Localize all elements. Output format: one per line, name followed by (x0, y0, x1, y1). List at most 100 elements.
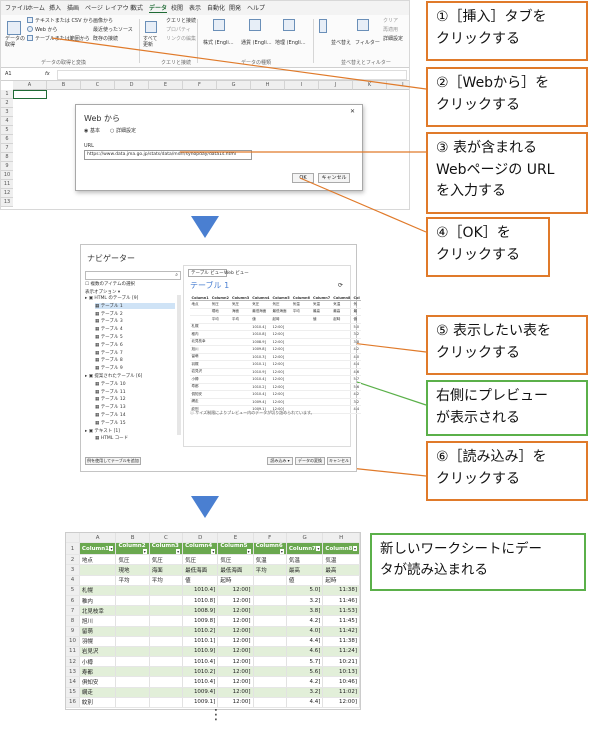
tree-item-table[interactable]: ▦ テーブル 10 (95, 381, 126, 387)
navigator-cancel-button[interactable]: キャンセル (327, 457, 351, 465)
table-cell[interactable]: 11:42] (322, 626, 360, 637)
table-cell[interactable] (253, 595, 287, 607)
table-cell[interactable]: 札幌 (79, 585, 117, 596)
table-cell[interactable] (253, 676, 287, 688)
table-cell[interactable]: 最高 (322, 564, 360, 576)
table-cell[interactable]: 羽幌 (79, 636, 117, 647)
table-cell[interactable] (115, 676, 150, 688)
table-header-cell[interactable]: Column5 ▾ (217, 542, 254, 556)
table-cell[interactable]: 12:00] (217, 595, 254, 607)
column-header[interactable]: C (149, 533, 184, 544)
table-cell[interactable]: 気温 (253, 554, 287, 566)
table-cell[interactable]: 10:13] (322, 666, 360, 678)
table-cell[interactable]: 1008.9] (182, 605, 219, 617)
table-cell[interactable]: 5.6] (286, 666, 324, 678)
table-cell[interactable] (115, 636, 150, 647)
table-cell[interactable] (149, 585, 184, 596)
table-header-cell[interactable]: Column6 ▾ (253, 542, 287, 556)
table-header-cell[interactable]: Column7 ▾ (286, 542, 324, 556)
tree-group-suggested[interactable]: ▸ ▣ 提案されたテーブル [6] (85, 373, 142, 379)
table-cell[interactable]: 紋別 (79, 697, 117, 709)
table-cell[interactable]: 最低海面 (217, 564, 254, 576)
tree-item-table[interactable]: ▦ テーブル 8 (95, 357, 123, 363)
row-header[interactable]: 9 (66, 626, 80, 637)
tree-item-html-code[interactable]: ▦ HTML コード (95, 435, 128, 441)
table-cell[interactable]: 1009.4] (182, 687, 219, 698)
table-cell[interactable]: 岩見沢 (79, 646, 117, 658)
corner-cell[interactable] (66, 533, 80, 544)
tree-item-table[interactable]: ▦ テーブル 11 (95, 389, 126, 395)
table-cell[interactable]: 4.0] (286, 626, 324, 637)
tree-item-table[interactable]: ▦ テーブル 4 (95, 326, 123, 332)
filter-dropdown-icon[interactable]: ▾ (352, 545, 357, 551)
column-header[interactable]: D (182, 533, 219, 544)
table-cell[interactable]: 12:00] (217, 687, 254, 698)
filter-dropdown-icon[interactable]: ▾ (316, 545, 321, 551)
table-cell[interactable] (253, 687, 287, 698)
table-cell[interactable]: 5.0] (286, 585, 324, 596)
table-cell[interactable]: 稚内 (79, 595, 117, 607)
table-cell[interactable]: 12:00] (217, 666, 254, 678)
table-cell[interactable] (149, 697, 184, 709)
table-cell[interactable]: 平均 (115, 575, 150, 586)
table-cell[interactable] (79, 575, 117, 586)
filter-dropdown-icon[interactable]: ▾ (142, 549, 147, 554)
table-cell[interactable] (253, 615, 287, 627)
table-cell[interactable]: 12:00] (217, 676, 254, 688)
row-header[interactable]: 11 (66, 646, 80, 658)
row-header[interactable]: 3 (66, 564, 80, 576)
table-cell[interactable]: 1010.2] (182, 666, 219, 678)
table-cell[interactable]: 11:53] (322, 605, 360, 617)
table-cell[interactable]: 北見枝幸 (79, 605, 117, 617)
table-cell[interactable]: 4.4] (286, 636, 324, 647)
table-cell[interactable]: 10:46] (322, 676, 360, 688)
table-cell[interactable]: 5.7] (286, 656, 324, 668)
table-cell[interactable] (115, 585, 150, 596)
table-cell[interactable]: 10:21] (322, 656, 360, 668)
table-cell[interactable]: 12:00] (217, 697, 254, 709)
table-cell[interactable]: 1009.1] (182, 697, 219, 709)
table-header-cell[interactable]: Column2 ▾ (115, 542, 150, 556)
table-cell[interactable]: 11:38] (322, 585, 360, 596)
tree-item-table[interactable]: ▦ テーブル 15 (95, 420, 126, 426)
table-cell[interactable] (115, 656, 150, 668)
table-cell[interactable]: 旭川 (79, 615, 117, 627)
table-cell[interactable] (115, 595, 150, 607)
row-header[interactable]: 16 (66, 697, 80, 709)
table-cell[interactable] (149, 687, 184, 698)
table-cell[interactable] (253, 656, 287, 668)
table-cell[interactable] (115, 615, 150, 627)
tree-item-table[interactable]: ▦ テーブル 13 (95, 404, 126, 410)
table-cell[interactable] (149, 636, 184, 647)
tree-group-html-tables[interactable]: ▸ ▣ HTML のテーブル [9] (85, 295, 138, 301)
table-cell[interactable]: 11:45] (322, 615, 360, 627)
table-cell[interactable]: 平均 (253, 564, 287, 576)
row-header[interactable]: 6 (66, 595, 80, 607)
tab-web-view[interactable]: Web ビュー (224, 270, 249, 276)
table-cell[interactable]: 4.4] (286, 697, 324, 709)
filter-dropdown-icon[interactable]: ▾ (279, 549, 284, 554)
table-cell[interactable]: 12:00] (217, 605, 254, 617)
table-cell[interactable]: 留萌 (79, 626, 117, 637)
table-cell[interactable]: 気圧 (182, 554, 219, 566)
row-header[interactable]: 7 (66, 605, 80, 617)
table-cell[interactable]: 俱知安 (79, 676, 117, 688)
table-header-cell[interactable]: Column8 ▾ (322, 542, 360, 556)
table-cell[interactable] (149, 615, 184, 627)
row-header[interactable]: 5 (66, 585, 80, 596)
filter-dropdown-icon[interactable]: ▾ (176, 549, 181, 554)
row-header[interactable]: 15 (66, 687, 80, 698)
table-cell[interactable]: 最低海面 (182, 564, 219, 576)
table-cell[interactable]: 4.6] (286, 646, 324, 658)
table-cell[interactable]: 起時 (322, 575, 360, 586)
table-cell[interactable] (253, 605, 287, 617)
table-cell[interactable]: 1010.8] (182, 595, 219, 607)
table-cell[interactable]: 4.2] (286, 676, 324, 688)
row-header[interactable]: 4 (66, 575, 80, 586)
table-cell[interactable] (115, 626, 150, 637)
add-table-using-examples-button[interactable]: 例を使用してテーブルを追加 (85, 457, 141, 465)
column-header[interactable]: G (286, 533, 324, 544)
table-cell[interactable]: 11:24] (322, 646, 360, 658)
tree-item-table[interactable]: ▦ テーブル 14 (95, 412, 126, 418)
filter-dropdown-icon[interactable]: ▾ (246, 549, 251, 554)
